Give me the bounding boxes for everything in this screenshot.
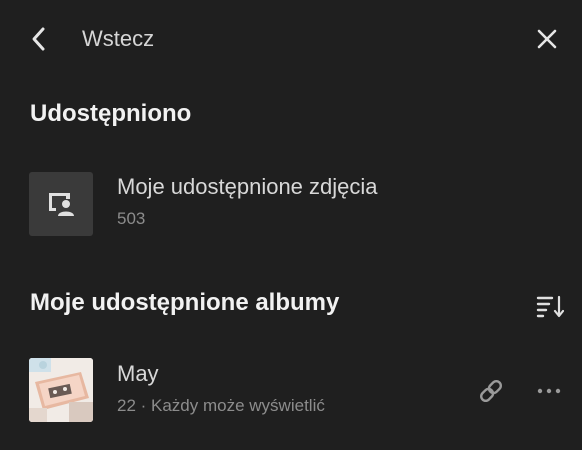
more-icon (537, 388, 561, 394)
close-button[interactable] (530, 22, 564, 56)
shared-photos-thumbnail (29, 172, 93, 236)
share-link-button[interactable] (475, 375, 507, 407)
chevron-left-icon (32, 27, 45, 51)
sort-button[interactable] (534, 290, 566, 322)
shared-section-title: Udostępniono (30, 100, 192, 127)
back-button[interactable] (22, 22, 56, 56)
album-title: May (117, 361, 159, 386)
more-options-button[interactable] (533, 375, 565, 407)
albums-section-title: Moje udostępnione albumy (30, 289, 340, 316)
shared-photos-item[interactable]: Moje udostępnione zdjęcia 503 (29, 172, 549, 236)
album-thumbnail (29, 358, 93, 422)
shared-photos-count: 503 (117, 209, 146, 228)
top-bar: Wstecz (0, 0, 582, 78)
close-icon (537, 29, 557, 49)
shared-photos-title: Moje udostępnione zdjęcia (117, 174, 378, 199)
album-cover-image (29, 358, 93, 422)
shared-photo-icon (49, 193, 74, 216)
album-row-may[interactable]: May 22 · Każdy może wyświetlić (29, 358, 569, 422)
album-subtitle: 22 · Każdy może wyświetlić (117, 396, 325, 415)
sort-icon (536, 295, 564, 318)
link-icon (479, 379, 503, 403)
back-label[interactable]: Wstecz (82, 26, 154, 52)
